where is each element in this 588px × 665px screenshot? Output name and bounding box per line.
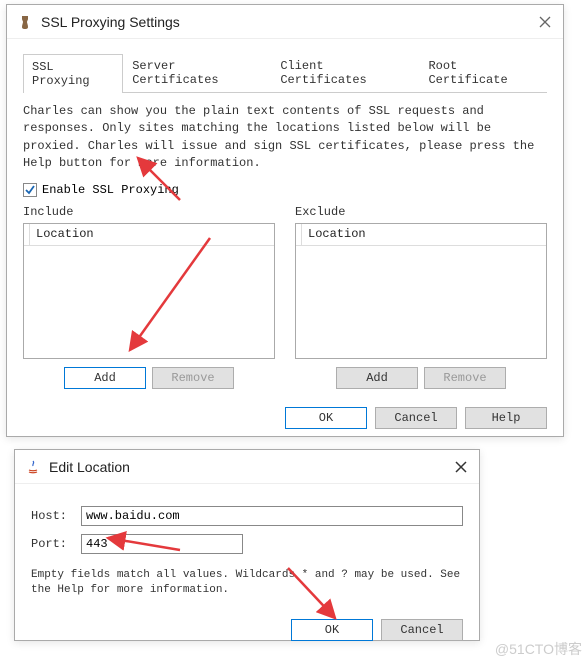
- java-icon: [25, 459, 41, 475]
- exclude-header-label: Location: [302, 227, 372, 241]
- tab-server-certificates[interactable]: Server Certificates: [123, 53, 271, 92]
- include-section: Include Location Add Remove: [23, 205, 275, 389]
- cancel-button[interactable]: Cancel: [375, 407, 457, 429]
- exclude-add-button[interactable]: Add: [336, 367, 418, 389]
- port-input[interactable]: [81, 534, 243, 554]
- include-title: Include: [23, 205, 275, 219]
- help-button[interactable]: Help: [465, 407, 547, 429]
- description-text: Charles can show you the plain text cont…: [23, 103, 547, 173]
- ok-button[interactable]: OK: [285, 407, 367, 429]
- exclude-remove-button[interactable]: Remove: [424, 367, 506, 389]
- edit-ok-button[interactable]: OK: [291, 619, 373, 641]
- tab-bar: SSL Proxying Server Certificates Client …: [23, 53, 547, 93]
- enable-ssl-label: Enable SSL Proxying: [42, 183, 179, 197]
- include-list-header: Location: [24, 224, 274, 246]
- dialog-body: SSL Proxying Server Certificates Client …: [7, 39, 563, 443]
- enable-ssl-row: Enable SSL Proxying: [23, 183, 547, 197]
- exclude-title: Exclude: [295, 205, 547, 219]
- tab-client-certificates[interactable]: Client Certificates: [271, 53, 419, 92]
- dialog-title: SSL Proxying Settings: [41, 14, 537, 30]
- ssl-proxying-dialog: SSL Proxying Settings SSL Proxying Serve…: [6, 4, 564, 437]
- edit-hint-text: Empty fields match all values. Wildcards…: [31, 568, 463, 599]
- host-label: Host:: [31, 509, 73, 523]
- port-label: Port:: [31, 537, 73, 551]
- titlebar: SSL Proxying Settings: [7, 5, 563, 39]
- close-icon[interactable]: [537, 14, 553, 30]
- exclude-listbox[interactable]: Location: [295, 223, 547, 359]
- include-add-button[interactable]: Add: [64, 367, 146, 389]
- watermark-text: @51CTO博客: [495, 639, 582, 659]
- include-header-label: Location: [30, 227, 100, 241]
- tab-root-certificate[interactable]: Root Certificate: [419, 53, 547, 92]
- include-listbox[interactable]: Location: [23, 223, 275, 359]
- enable-ssl-checkbox[interactable]: [23, 183, 37, 197]
- app-icon: [17, 14, 33, 30]
- host-input[interactable]: [81, 506, 463, 526]
- edit-titlebar: Edit Location: [15, 450, 479, 484]
- tab-ssl-proxying[interactable]: SSL Proxying: [23, 54, 123, 93]
- exclude-section: Exclude Location Add Remove: [295, 205, 547, 389]
- edit-close-icon[interactable]: [453, 459, 469, 475]
- include-remove-button[interactable]: Remove: [152, 367, 234, 389]
- exclude-list-header: Location: [296, 224, 546, 246]
- edit-cancel-button[interactable]: Cancel: [381, 619, 463, 641]
- edit-dialog-title: Edit Location: [49, 459, 453, 475]
- edit-location-dialog: Edit Location Host: Port: Empty fields m…: [14, 449, 480, 641]
- edit-body: Host: Port: Empty fields match all value…: [15, 484, 479, 655]
